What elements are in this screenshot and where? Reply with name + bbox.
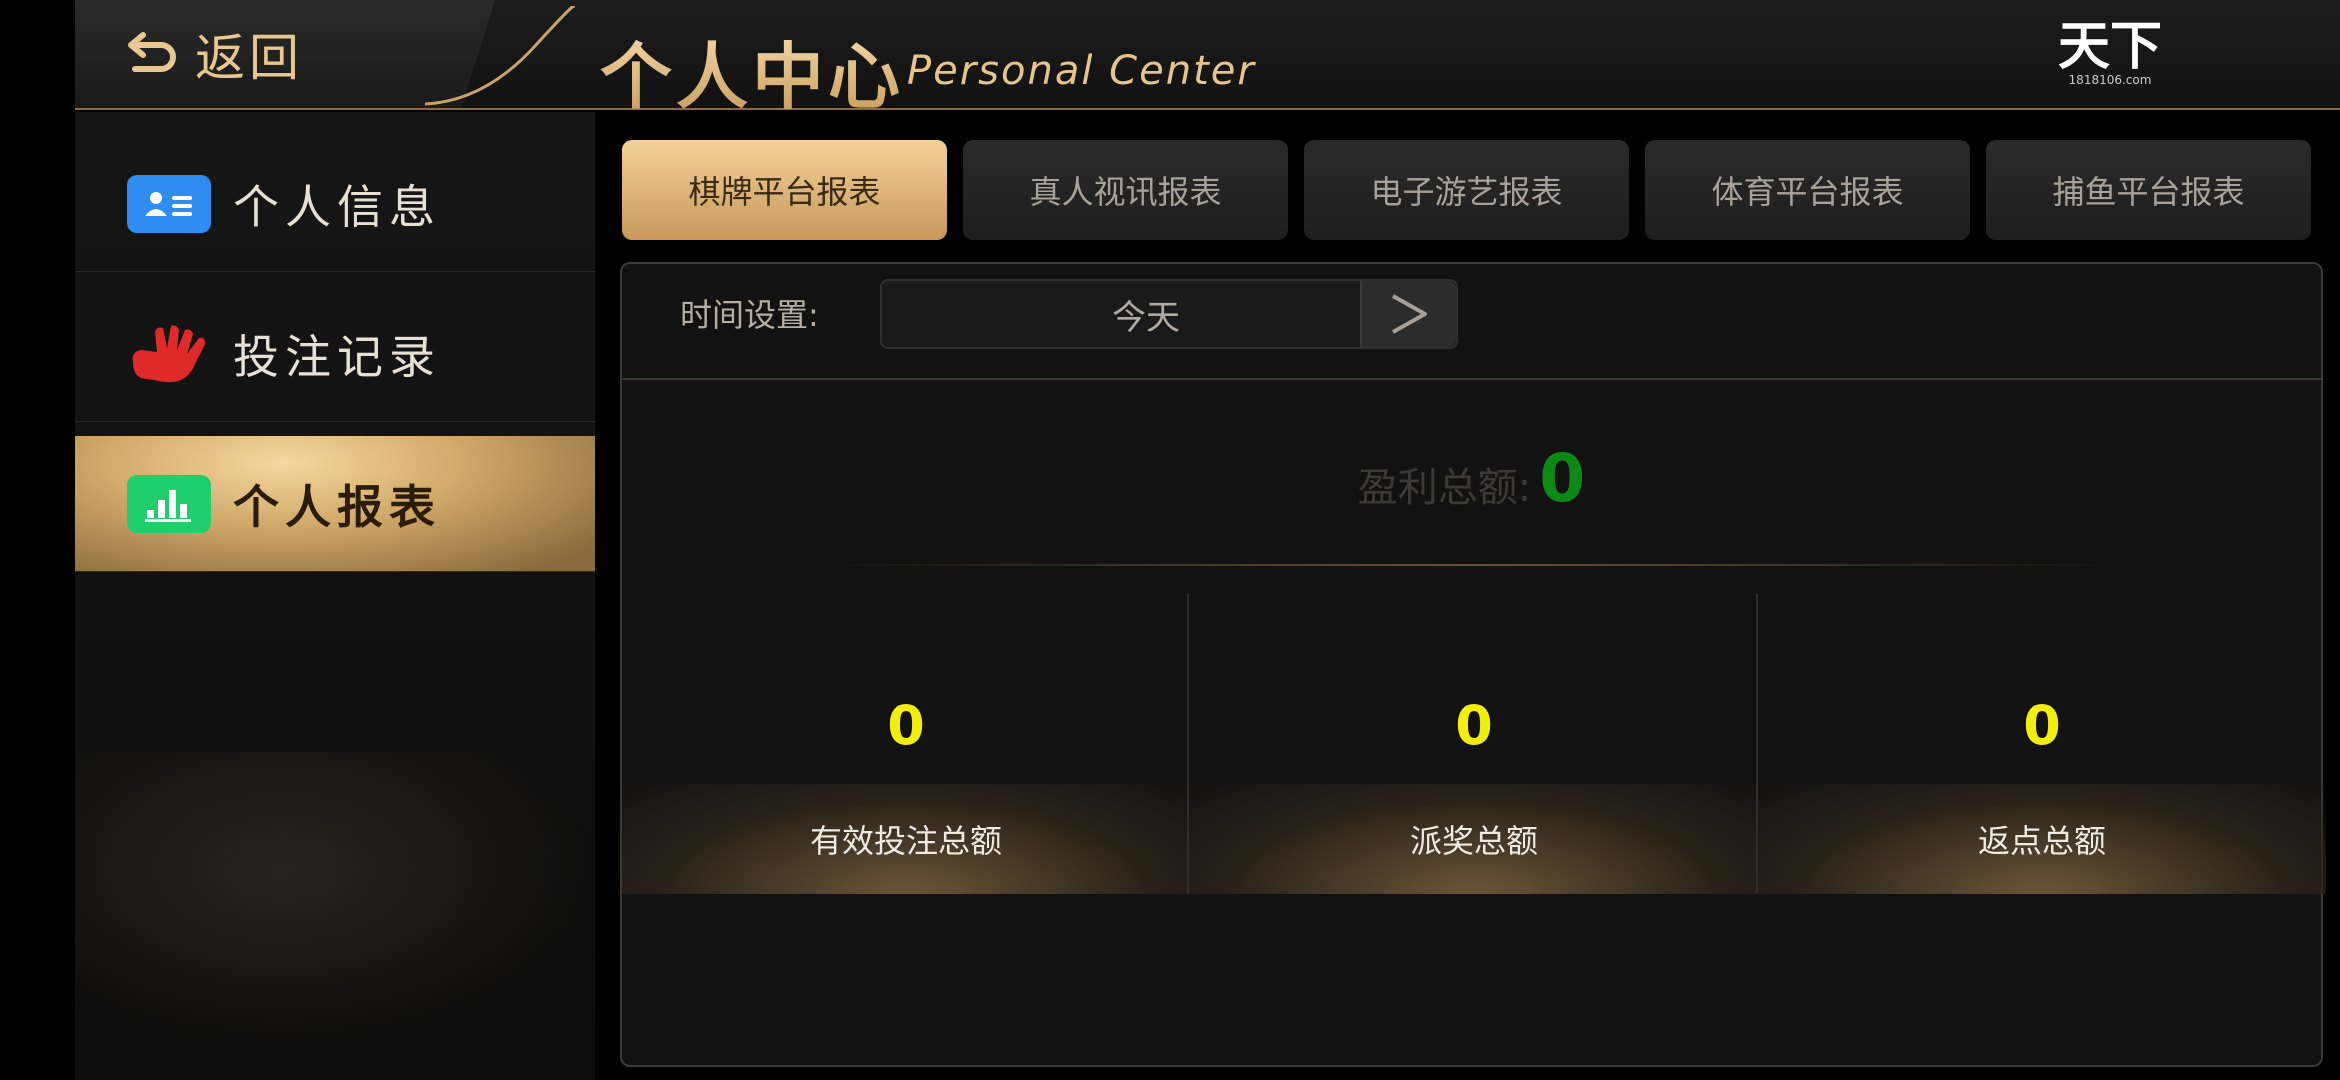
hand-icon [127, 325, 211, 383]
profit-total-label: 盈利总额: [1357, 465, 1532, 511]
report-panel: 时间设置: 今天 盈利总额: 0 0 有效投注总额 0 派奖总额 0 返点总额 [620, 262, 2326, 1067]
sidebar-item-bet-records[interactable]: 投注记录 [75, 286, 595, 422]
stat-value: 0 [887, 694, 925, 757]
stat-rebate-total: 0 返点总额 [1758, 594, 2326, 924]
page-title: 个人中心 [600, 18, 904, 123]
tab-sports-report[interactable]: 体育平台报表 [1645, 140, 1970, 240]
id-card-icon [127, 174, 211, 233]
profit-total-value: 0 [1539, 440, 1586, 517]
sidebar-item-personal-info[interactable]: 个人信息 [75, 136, 595, 272]
sidebar: 个人信息 投注记录 个人报表 [75, 112, 595, 1080]
report-tabs: 棋牌平台报表 真人视讯报表 电子游艺报表 体育平台报表 捕鱼平台报表 [622, 140, 2311, 240]
stat-payout-total: 0 派奖总额 [1190, 594, 1758, 924]
tab-electronic-games-report[interactable]: 电子游艺报表 [1304, 140, 1629, 240]
sidebar-item-label: 个人报表 [233, 479, 441, 534]
stat-value: 0 [1455, 694, 1493, 757]
profit-summary: 盈利总额: 0 [622, 380, 2321, 620]
stat-value: 0 [2023, 694, 2061, 757]
time-filter-row: 时间设置: 今天 [622, 264, 2321, 380]
brand-logo: 天下 1818106.com [2005, 8, 2215, 100]
sidebar-item-label: 个人信息 [233, 179, 441, 234]
stat-valid-bet-total: 0 有效投注总额 [622, 594, 1190, 924]
back-label: 返回 [195, 29, 303, 87]
sidebar-decoration [75, 752, 595, 1052]
divider [822, 564, 2122, 566]
tab-chess-report[interactable]: 棋牌平台报表 [622, 140, 947, 240]
logo-mark: 天下 [2057, 16, 2162, 77]
stat-label: 有效投注总额 [622, 784, 1190, 894]
chevron-right-icon[interactable] [1360, 281, 1456, 347]
bar-chart-icon [127, 474, 211, 533]
sidebar-item-personal-report[interactable]: 个人报表 [75, 436, 595, 572]
divider-slash [425, 6, 575, 106]
stats-row: 0 有效投注总额 0 派奖总额 0 返点总额 [622, 594, 2326, 924]
time-range-select[interactable]: 今天 [880, 279, 1458, 349]
page-subtitle: Personal Center [907, 48, 1256, 94]
logo-url: 1818106.com [2068, 73, 2152, 87]
back-arrow-icon [125, 27, 181, 81]
stat-label: 返点总额 [1758, 784, 2326, 894]
stat-label: 派奖总额 [1190, 784, 1758, 894]
sidebar-item-label: 投注记录 [233, 329, 441, 384]
tab-fishing-report[interactable]: 捕鱼平台报表 [1986, 140, 2311, 240]
tab-live-video-report[interactable]: 真人视讯报表 [963, 140, 1288, 240]
time-range-value: 今天 [1112, 297, 1180, 338]
stat-divider [1187, 594, 1189, 894]
time-setting-label: 时间设置: [680, 296, 819, 334]
header-bar: 返回 个人中心 Personal Center 天下 1818106.com [75, 0, 2340, 119]
